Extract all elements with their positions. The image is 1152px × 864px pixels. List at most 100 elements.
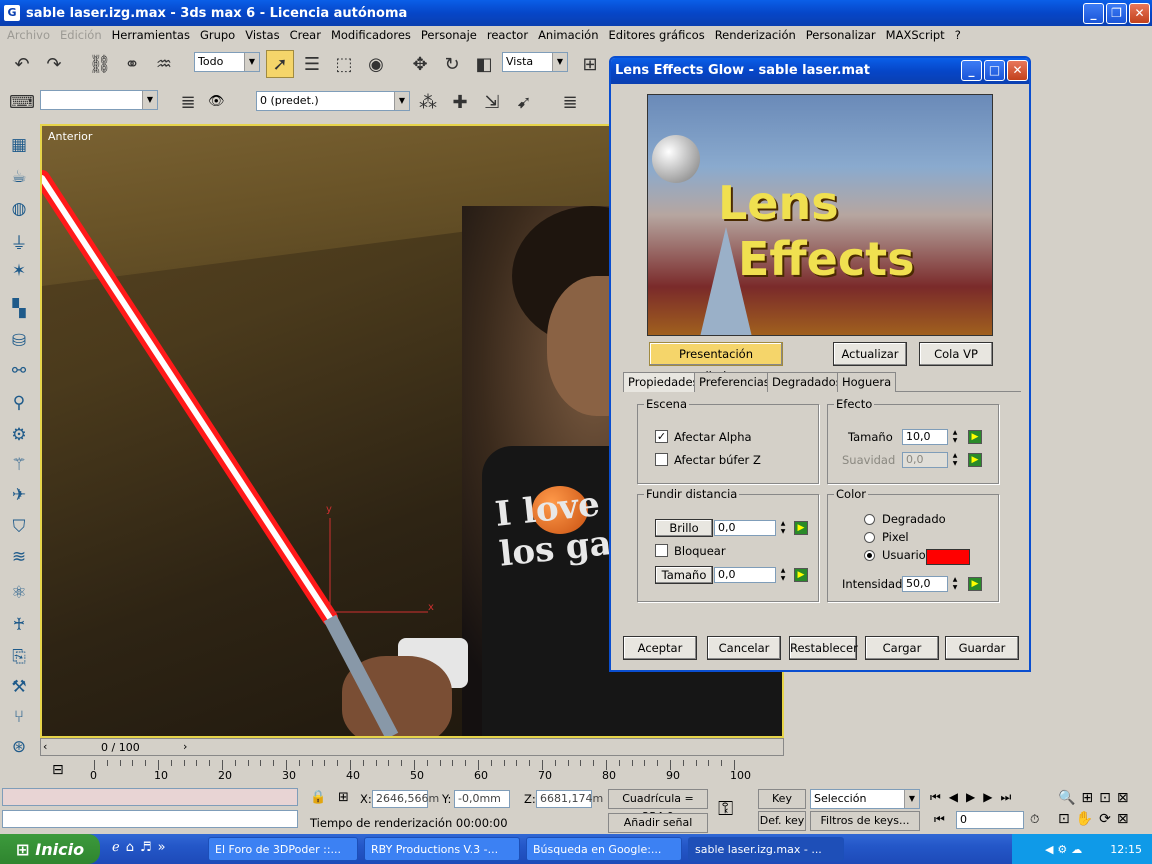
add-to-layer-icon[interactable]: ✚ <box>446 88 474 116</box>
tray-icons[interactable]: ◀⚙☁ <box>1045 843 1086 856</box>
redo-icon[interactable]: ↷ <box>40 50 68 78</box>
wrench-icon[interactable]: ⚒ <box>6 674 32 700</box>
fundir-size-map-button[interactable]: ▶ <box>794 568 808 582</box>
z-coord-field[interactable]: 6681,174m <box>536 790 603 808</box>
layer-select[interactable]: 0 (predet.) ▼ <box>256 91 410 111</box>
chevron-right-icon[interactable]: › <box>183 740 187 753</box>
time-config-icon[interactable]: ⏱ <box>1030 812 1039 827</box>
preview-button[interactable]: Presentación preliminar <box>649 342 783 383</box>
chevron-left-icon[interactable]: ‹ <box>43 740 47 753</box>
select-object-icon[interactable]: ➚ <box>266 50 294 78</box>
link-icon[interactable]: ⛓ <box>86 50 114 78</box>
load-button[interactable]: Cargar <box>865 636 939 660</box>
listener-field[interactable] <box>2 788 298 806</box>
tab-propiedades[interactable]: Propiedades <box>623 372 704 392</box>
dialog-minimize-button[interactable]: _ <box>961 60 982 81</box>
current-frame-field[interactable]: 0 <box>956 811 1024 829</box>
fundir-size-spinner[interactable]: 0,0 <box>714 567 776 583</box>
brightness-button[interactable]: Brillo <box>655 519 713 537</box>
auto-key-button[interactable]: Key auto <box>758 789 806 823</box>
rotate-icon[interactable]: ↻ <box>438 50 466 78</box>
figure-icon[interactable]: ♰ <box>6 612 32 638</box>
keyboard-shortcut-icon[interactable]: ⌨ <box>8 88 36 116</box>
window-crossing-icon[interactable]: ◉ <box>362 50 390 78</box>
curve-editor-icon[interactable]: ⊟ <box>52 762 74 780</box>
menu-herramientas[interactable]: Herramientas <box>107 28 195 42</box>
menu-grupo[interactable]: Grupo <box>195 28 240 42</box>
minimize-button[interactable]: _ <box>1083 3 1104 24</box>
new-layer-icon[interactable]: ⁂ <box>414 88 442 116</box>
time-slider[interactable]: ‹ 0 / 100 › <box>40 738 784 756</box>
playback-controls[interactable]: ⏮◀▶▶⏭ <box>930 790 1019 805</box>
update-button[interactable]: Actualizar <box>833 342 907 366</box>
set-current-layer-icon[interactable]: ➹ <box>510 88 538 116</box>
bone-icon[interactable]: ⚯ <box>6 358 32 384</box>
ref-coord-select[interactable]: Vista ▼ <box>502 52 568 72</box>
gradient-radio[interactable] <box>864 514 875 525</box>
brightness-spinner[interactable]: 0,0 <box>714 520 776 536</box>
star-icon[interactable]: ✶ <box>6 258 32 284</box>
size-spinner-arrows[interactable]: ▲ ▼ <box>950 429 960 445</box>
add-time-tag-button[interactable]: Añadir señal tiempo <box>608 813 708 847</box>
restore-button[interactable]: ❐ <box>1106 3 1127 24</box>
checker-icon[interactable]: ▚ <box>6 296 32 322</box>
viewport-nav-controls-2[interactable]: ⊡✋⟳⊠ <box>1058 811 1135 827</box>
rect-selection-icon[interactable]: ⬚ <box>330 50 358 78</box>
selection-filter-select[interactable]: Todo ▼ <box>194 52 260 72</box>
named-selection-select[interactable]: ▼ <box>40 90 158 110</box>
layer-list-icon[interactable]: ≣ <box>556 88 584 116</box>
menu-personaje[interactable]: Personaje <box>416 28 482 42</box>
undo-icon[interactable]: ↶ <box>8 50 36 78</box>
brightness-spinner-arrows[interactable]: ▲ ▼ <box>778 520 788 536</box>
gear-icon[interactable]: ⚙ <box>6 422 32 448</box>
cone-icon[interactable]: ⏚ <box>6 228 32 254</box>
menu-maxscript[interactable]: MAXScript <box>881 28 950 42</box>
intensity-spinner-arrows[interactable]: ▲ ▼ <box>950 576 960 592</box>
user-color-swatch[interactable] <box>926 549 970 565</box>
cloth-icon[interactable]: ⛉ <box>6 514 32 540</box>
task-3dsmax[interactable]: sable laser.izg.max - ... <box>688 837 844 861</box>
dialog-maximize-button[interactable]: □ <box>984 60 1005 81</box>
prompt-field[interactable] <box>2 810 298 828</box>
size-spinner[interactable]: 10,0 <box>902 429 948 445</box>
plane-icon[interactable]: ✈ <box>6 482 32 508</box>
task-rby-productions[interactable]: RBY Productions V.3 -... <box>364 837 520 861</box>
vp-queue-button[interactable]: Cola VP <box>919 342 993 366</box>
menu-reactor[interactable]: reactor <box>482 28 533 42</box>
start-button[interactable]: ⊞ Inicio <box>0 834 100 864</box>
lock-icon[interactable]: 🔒 <box>310 790 326 805</box>
task-foro-3dpoder[interactable]: El Foro de 3DPoder ::... <box>208 837 358 861</box>
lock-checkbox[interactable] <box>655 544 668 557</box>
light-icon[interactable]: ⚲ <box>6 390 32 416</box>
softness-spinner-arrows[interactable]: ▲ ▼ <box>950 452 960 468</box>
move-icon[interactable]: ✥ <box>406 50 434 78</box>
unlink-icon[interactable]: ⚭ <box>118 50 146 78</box>
menu-renderizacion[interactable]: Renderización <box>710 28 801 42</box>
bind-spacewarp-icon[interactable]: ♒ <box>150 50 178 78</box>
menu-help[interactable]: ? <box>950 28 966 42</box>
track-bar[interactable]: ⊟ 0 10 20 30 40 50 60 70 80 90 100 <box>40 758 784 784</box>
key-filters-button[interactable]: Filtros de keys... <box>810 811 920 831</box>
menu-personalizar[interactable]: Personalizar <box>801 28 881 42</box>
menu-archivo[interactable]: Archivo <box>2 28 55 42</box>
wheel-icon[interactable]: ⊛ <box>6 734 32 760</box>
menu-modificadores[interactable]: Modificadores <box>326 28 416 42</box>
go-to-start-icon[interactable]: ⏮ <box>934 812 945 827</box>
box-icon[interactable]: ▦ <box>6 132 32 158</box>
brightness-map-button[interactable]: ▶ <box>794 521 808 535</box>
dialog-close-button[interactable]: ✕ <box>1007 60 1028 81</box>
scroll-icon[interactable]: ⎘ <box>6 644 32 670</box>
pixel-radio[interactable] <box>864 532 875 543</box>
scale-icon[interactable]: ◧ <box>470 50 498 78</box>
close-button[interactable]: ✕ <box>1129 3 1150 24</box>
quick-launch[interactable]: ℯ⌂♬» <box>112 840 172 855</box>
size-map-button[interactable]: ▶ <box>968 430 982 444</box>
viewport-nav-controls[interactable]: 🔍⊞⊡⊠ <box>1058 790 1135 806</box>
x-coord-field[interactable]: 2646,566m <box>372 790 439 808</box>
user-radio[interactable] <box>864 550 875 561</box>
tab-degradados[interactable]: Degradados <box>767 372 847 392</box>
intensity-spinner[interactable]: 50,0 <box>902 576 948 592</box>
accept-button[interactable]: Aceptar <box>623 636 697 660</box>
select-by-name-icon[interactable]: ☰ <box>298 50 326 78</box>
softness-spinner[interactable]: 0,0 <box>902 452 948 468</box>
